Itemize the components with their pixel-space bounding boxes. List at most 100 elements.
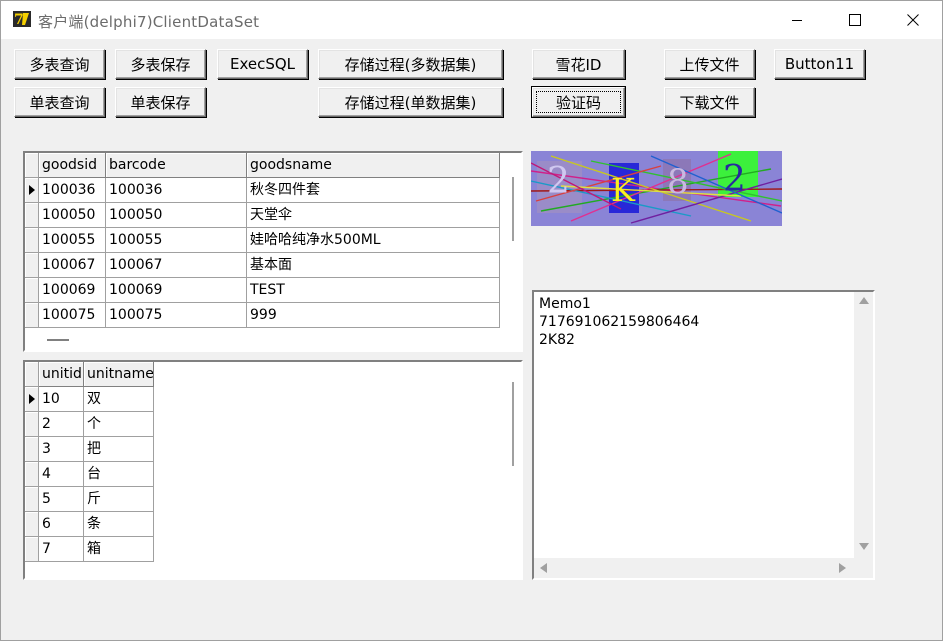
download-file-button[interactable]: 下载文件 — [664, 87, 755, 117]
table-row[interactable]: 4台 — [25, 462, 154, 487]
row-indicator[interactable] — [25, 278, 39, 303]
cell-unitname[interactable]: 斤 — [84, 487, 154, 512]
cell-goodsid[interactable]: 100075 — [39, 303, 106, 328]
cell-barcode[interactable]: 100036 — [106, 178, 247, 203]
cell-goodsid[interactable]: 100055 — [39, 228, 106, 253]
column-header-unitname[interactable]: unitname — [84, 362, 154, 387]
cell-unitid[interactable]: 2 — [39, 412, 84, 437]
cell-goodsid[interactable]: 100050 — [39, 203, 106, 228]
scroll-right-arrow-icon[interactable] — [839, 563, 846, 573]
cell-goodsid[interactable]: 100069 — [39, 278, 106, 303]
scroll-up-arrow-icon[interactable] — [859, 297, 869, 304]
table-row[interactable]: 100075 100075 999 — [25, 303, 500, 328]
multi-table-query-button[interactable]: 多表查询 — [14, 49, 105, 79]
table-row[interactable]: 100050 100050 天堂伞 — [25, 203, 500, 228]
table-row[interactable]: 100069 100069 TEST — [25, 278, 500, 303]
cell-goodsid[interactable]: 100036 — [39, 178, 106, 203]
goods-grid-header: goodsid barcode goodsname — [25, 153, 500, 178]
maximize-button[interactable] — [826, 1, 884, 39]
row-indicator[interactable] — [25, 437, 39, 462]
grid-indicator-header — [25, 362, 39, 387]
table-row[interactable]: 2个 — [25, 412, 154, 437]
cell-unitid[interactable]: 6 — [39, 512, 84, 537]
row-indicator[interactable] — [25, 462, 39, 487]
cell-goodsname[interactable]: 999 — [247, 303, 500, 328]
row-indicator[interactable] — [25, 537, 39, 562]
stored-proc-single-dataset-button[interactable]: 存储过程(单数据集) — [318, 87, 503, 117]
memo-content: Memo1 717691062159806464 2K82 — [539, 295, 699, 349]
table-row[interactable]: 10 双 — [25, 387, 154, 412]
cell-unitid[interactable]: 3 — [39, 437, 84, 462]
button11[interactable]: Button11 — [774, 49, 865, 79]
cell-barcode[interactable]: 100075 — [106, 303, 247, 328]
captcha-button[interactable]: 验证码 — [531, 86, 626, 118]
memo-vertical-scrollbar[interactable] — [854, 292, 873, 558]
cell-goodsname[interactable]: 娃哈哈纯净水500ML — [247, 228, 500, 253]
cell-unitid[interactable]: 5 — [39, 487, 84, 512]
scroll-down-arrow-icon[interactable] — [859, 543, 869, 550]
row-indicator[interactable] — [25, 487, 39, 512]
column-header-goodsname[interactable]: goodsname — [247, 153, 500, 178]
cell-unitname[interactable]: 台 — [84, 462, 154, 487]
stored-proc-multi-dataset-button[interactable]: 存储过程(多数据集) — [318, 49, 503, 79]
snowflake-id-button[interactable]: 雪花ID — [532, 49, 625, 79]
column-header-goodsid[interactable]: goodsid — [39, 153, 106, 178]
row-indicator[interactable] — [25, 387, 39, 412]
table-row[interactable]: 100055 100055 娃哈哈纯净水500ML — [25, 228, 500, 253]
cell-barcode[interactable]: 100055 — [106, 228, 247, 253]
row-indicator[interactable] — [25, 512, 39, 537]
memo-horizontal-scrollbar[interactable] — [534, 558, 854, 578]
upload-file-button[interactable]: 上传文件 — [664, 49, 755, 79]
cell-unitname[interactable]: 个 — [84, 412, 154, 437]
unit-grid-scroll-thumb[interactable] — [512, 382, 514, 466]
captcha-char-2: K — [611, 171, 636, 209]
table-row[interactable]: 100036 100036 秋冬四件套 — [25, 178, 500, 203]
title-bar: 7 客户端(delphi7)ClientDataSet — [1, 1, 942, 39]
scroll-left-arrow-icon[interactable] — [540, 563, 547, 573]
close-button[interactable] — [884, 1, 942, 39]
cell-unitid[interactable]: 4 — [39, 462, 84, 487]
goods-grid-hscroll-thumb[interactable] — [47, 339, 69, 341]
cell-goodsname[interactable]: 秋冬四件套 — [247, 178, 500, 203]
table-row[interactable]: 6条 — [25, 512, 154, 537]
table-row[interactable]: 3把 — [25, 437, 154, 462]
cell-barcode[interactable]: 100069 — [106, 278, 247, 303]
single-table-save-button[interactable]: 单表保存 — [115, 87, 206, 117]
memo-line: 717691062159806464 — [539, 314, 700, 330]
memo-textarea[interactable]: Memo1 717691062159806464 2K82 — [532, 290, 875, 580]
column-header-unitid[interactable]: unitid — [39, 362, 84, 387]
cell-unitid[interactable]: 7 — [39, 537, 84, 562]
exec-sql-button[interactable]: ExecSQL — [217, 49, 308, 79]
row-indicator[interactable] — [25, 203, 39, 228]
cell-unitname[interactable]: 把 — [84, 437, 154, 462]
goods-grid[interactable]: goodsid barcode goodsname 100036 100036 秋冬… — [23, 151, 523, 352]
cell-goodsname[interactable]: 基本面 — [247, 253, 500, 278]
current-row-arrow-icon — [28, 394, 35, 404]
multi-table-save-button[interactable]: 多表保存 — [115, 49, 206, 79]
row-indicator[interactable] — [25, 303, 39, 328]
cell-barcode[interactable]: 100067 — [106, 253, 247, 278]
cell-goodsname[interactable]: 天堂伞 — [247, 203, 500, 228]
row-indicator[interactable] — [25, 253, 39, 278]
cell-goodsname[interactable]: TEST — [247, 278, 500, 303]
row-indicator[interactable] — [25, 228, 39, 253]
cell-barcode[interactable]: 100050 — [106, 203, 247, 228]
table-row[interactable]: 100067 100067 基本面 — [25, 253, 500, 278]
cell-unitname[interactable]: 双 — [84, 387, 154, 412]
minimize-button[interactable] — [768, 1, 826, 39]
goods-grid-scroll-thumb[interactable] — [512, 177, 514, 241]
memo-line: 2K82 — [539, 332, 575, 348]
cell-unitid[interactable]: 10 — [39, 387, 84, 412]
column-header-barcode[interactable]: barcode — [106, 153, 247, 178]
table-row[interactable]: 7箱 — [25, 537, 154, 562]
row-indicator[interactable] — [25, 412, 39, 437]
close-icon — [907, 14, 919, 26]
cell-goodsid[interactable]: 100067 — [39, 253, 106, 278]
row-indicator[interactable] — [25, 178, 39, 203]
cell-unitname[interactable]: 条 — [84, 512, 154, 537]
cell-unitname[interactable]: 箱 — [84, 537, 154, 562]
minimize-icon — [792, 20, 802, 21]
single-table-query-button[interactable]: 单表查询 — [14, 87, 105, 117]
unit-grid[interactable]: unitid unitname 10 双 2 个 3 把 4 台 5 斤 6 条 7 箱 — [23, 360, 523, 580]
table-row[interactable]: 5斤 — [25, 487, 154, 512]
